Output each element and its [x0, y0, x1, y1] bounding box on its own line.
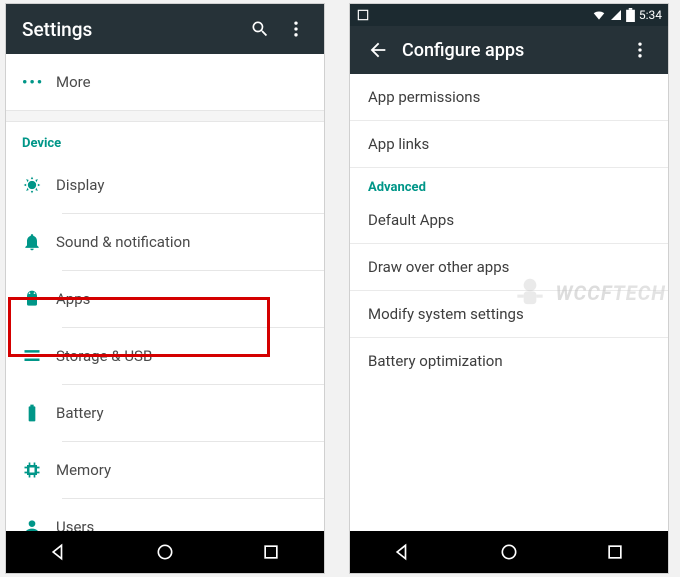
- nav-back-icon[interactable]: [392, 541, 414, 563]
- android-navbar: [350, 531, 668, 573]
- nav-recent-icon[interactable]: [604, 541, 626, 563]
- status-time: 5:34: [639, 8, 662, 22]
- settings-item-battery[interactable]: Battery: [6, 385, 324, 441]
- settings-screen: Settings ••• More Device Display Sound &…: [6, 4, 324, 573]
- settings-item-label: Users: [56, 518, 308, 531]
- item-battery-optimization[interactable]: Battery optimization: [350, 338, 668, 384]
- nav-home-icon[interactable]: [154, 541, 176, 563]
- settings-item-label: Memory: [56, 461, 308, 479]
- user-icon: [22, 517, 56, 531]
- settings-item-more[interactable]: ••• More: [6, 54, 324, 110]
- storage-icon: [22, 346, 56, 366]
- back-arrow-icon[interactable]: [366, 38, 390, 62]
- settings-item-display[interactable]: Display: [6, 157, 324, 213]
- configure-apps-screen: 5:34 Configure apps App permissions App …: [350, 4, 668, 573]
- configure-appbar: Configure apps: [350, 26, 668, 74]
- item-app-links[interactable]: App links: [350, 121, 668, 168]
- wifi-icon: [592, 8, 606, 22]
- settings-item-label: Battery: [56, 404, 308, 422]
- configure-list: App permissions App links Advanced Defau…: [350, 74, 668, 531]
- item-modify-system[interactable]: Modify system settings: [350, 291, 668, 338]
- section-header-device: Device: [6, 122, 324, 157]
- item-default-apps[interactable]: Default Apps: [350, 197, 668, 244]
- settings-item-apps[interactable]: Apps: [6, 271, 324, 327]
- configure-title: Configure apps: [402, 40, 616, 61]
- section-header-advanced: Advanced: [350, 168, 668, 197]
- more-icon: •••: [22, 73, 56, 91]
- settings-item-label: More: [56, 73, 308, 91]
- nav-home-icon[interactable]: [498, 541, 520, 563]
- settings-item-label: Sound & notification: [56, 233, 308, 251]
- screenshot-icon: [356, 8, 370, 22]
- display-icon: [22, 175, 56, 195]
- settings-item-sound[interactable]: Sound & notification: [6, 214, 324, 270]
- settings-list: ••• More Device Display Sound & notifica…: [6, 54, 324, 531]
- overflow-icon[interactable]: [628, 38, 652, 62]
- status-bar: 5:34: [350, 4, 668, 26]
- settings-item-memory[interactable]: Memory: [6, 442, 324, 498]
- overflow-icon[interactable]: [284, 17, 308, 41]
- settings-item-label: Display: [56, 176, 308, 194]
- item-app-permissions[interactable]: App permissions: [350, 74, 668, 121]
- battery-icon: [22, 403, 56, 423]
- settings-appbar: Settings: [6, 4, 324, 54]
- battery-status-icon: [626, 8, 635, 22]
- memory-icon: [22, 460, 56, 480]
- search-icon[interactable]: [248, 17, 272, 41]
- signal-icon: [610, 9, 622, 21]
- settings-item-label: Apps: [56, 290, 308, 308]
- bell-icon: [22, 232, 56, 252]
- settings-item-storage[interactable]: Storage & USB: [6, 328, 324, 384]
- android-navbar: [6, 531, 324, 573]
- nav-recent-icon[interactable]: [260, 541, 282, 563]
- settings-item-users[interactable]: Users: [6, 499, 324, 531]
- apps-icon: [22, 289, 56, 309]
- settings-title: Settings: [22, 18, 236, 41]
- item-draw-over[interactable]: Draw over other apps: [350, 244, 668, 291]
- section-gap: [6, 110, 324, 122]
- settings-item-label: Storage & USB: [56, 347, 308, 365]
- nav-back-icon[interactable]: [48, 541, 70, 563]
